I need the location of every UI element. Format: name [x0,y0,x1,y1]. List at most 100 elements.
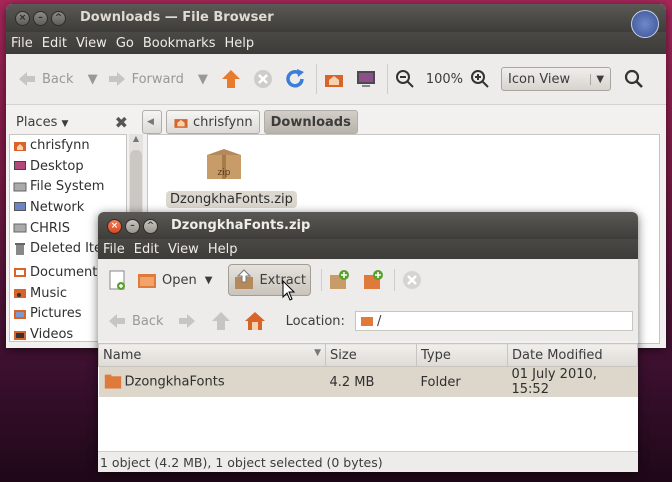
view-mode-value: Icon View [508,71,571,87]
extract-button[interactable]: Extract [228,264,311,296]
drive-icon [13,182,27,192]
file-item[interactable]: zip DzongkhaFonts.zip [166,145,297,208]
sidebar-item-label: CHRIS [30,220,70,236]
location-field[interactable]: / [354,311,633,331]
browser-titlebar[interactable]: × – ^ Downloads — File Browser [6,4,666,32]
toolbar-separator [394,269,395,291]
forward-arrow-icon [108,72,125,86]
back-arrow-icon [19,72,35,86]
close-icon[interactable]: × [15,11,30,26]
add-folder-icon[interactable] [362,269,384,291]
chevron-down-icon: ▼ [61,118,69,129]
maximize-icon[interactable]: ^ [143,219,158,234]
menu-bookmarks[interactable]: Bookmarks [143,36,216,51]
open-button[interactable]: Open [132,265,201,295]
menu-edit[interactable]: Edit [134,242,159,257]
menu-file[interactable]: File [11,36,33,51]
maximize-icon[interactable]: ^ [51,11,66,26]
zoom-in-icon[interactable] [469,68,491,90]
archive-menubar: File Edit View Help [98,239,638,259]
menu-view[interactable]: View [76,36,107,51]
chevron-down-icon: ▼ [590,73,604,85]
sidebar-item-label: File System [30,179,105,195]
column-header-name[interactable]: Name ▼ [98,343,326,367]
zip-archive-icon: zip [207,149,241,179]
sidebar-item-label: Pictures [30,306,82,322]
breadcrumb-downloads[interactable]: Downloads [263,110,358,134]
table-row[interactable]: DzongkhaFonts 4.2 MB Folder 01 July 2010… [98,366,638,397]
status-bar: 1 object (4.2 MB), 1 object selected (0 … [98,451,638,472]
folder-icon [104,374,121,389]
column-header-label: Name [103,347,142,363]
zoom-out-icon[interactable] [394,68,416,90]
sidebar-item-label: Network [30,199,85,215]
minimize-icon[interactable]: – [33,11,48,26]
menu-go[interactable]: Go [116,36,134,51]
file-name: DzongkhaFonts.zip [166,191,297,208]
sidebar-item-label: Music [30,285,67,301]
sidebar-item-desktop[interactable]: Desktop [10,156,126,177]
up-arrow-icon[interactable] [210,310,232,332]
open-folder-icon [138,274,156,288]
breadcrumb-label: Downloads [270,114,351,130]
back-button[interactable]: Back [106,310,164,332]
add-files-icon[interactable] [328,269,350,291]
home-folder-icon[interactable] [323,68,345,90]
back-button[interactable]: Back [16,68,74,90]
desktop-icon [14,161,26,171]
stop-icon[interactable] [252,68,274,90]
network-icon [14,202,26,212]
new-archive-icon[interactable] [106,269,128,291]
close-icon[interactable]: × [107,219,122,234]
sort-chevron-icon: ▼ [314,347,321,358]
breadcrumb: ◀ chrisfynn Downloads [142,110,358,134]
extract-icon [235,269,254,289]
file-list: Name ▼ Size Type Date Modified DzongkhaFo… [98,343,638,397]
view-mode-select[interactable]: Icon View ▼ [501,67,612,91]
computer-icon[interactable] [355,68,377,90]
back-label: Back [42,71,74,87]
sidebar-item-chrisfynn[interactable]: chrisfynn [10,135,126,156]
home-icon[interactable] [244,310,266,332]
toolbar-separator [386,64,388,94]
browser-toolbar: Back ▼ Forward ▼ 100% Icon View ▼ [6,54,666,105]
archive-toolbar: Open ▼ Extract [98,259,638,301]
chevron-down-icon[interactable]: ▼ [205,275,213,286]
column-header-type[interactable]: Type [416,343,508,367]
scroll-up-icon[interactable]: ▲ [129,134,143,143]
archive-titlebar[interactable]: × – ^ DzongkhaFonts.zip [98,212,638,239]
forward-button[interactable]: Forward [106,68,184,90]
places-label: Places [16,114,58,130]
sidebar-item-label: Desktop [30,158,84,174]
column-header-size[interactable]: Size [325,343,417,367]
chevron-down-icon[interactable]: ▼ [198,72,208,87]
column-header-date[interactable]: Date Modified [507,343,638,367]
breadcrumb-chrisfynn[interactable]: chrisfynn [166,110,260,134]
menu-file[interactable]: File [103,242,125,257]
close-sidebar-icon[interactable]: ✖ [115,113,128,132]
menu-help[interactable]: Help [224,36,254,51]
folder-icon [14,268,26,278]
search-icon[interactable] [623,68,645,90]
toolbar-separator [315,64,317,94]
row-name-label: DzongkhaFonts [124,374,225,390]
row-type: Folder [416,366,508,397]
sidebar-item-label: Videos [30,327,74,343]
forward-arrow-icon[interactable] [176,310,198,332]
chevron-down-icon[interactable]: ▼ [88,72,98,87]
browser-menubar: File Edit View Go Bookmarks Help [6,32,666,54]
up-arrow-icon[interactable] [220,68,242,90]
breadcrumb-back-button[interactable]: ◀ [142,110,162,134]
menu-help[interactable]: Help [208,242,238,257]
window-title: Downloads — File Browser [80,10,274,25]
reload-icon[interactable] [284,68,306,90]
toolbar-separator [321,269,322,291]
home-folder-icon [174,119,188,128]
stop-icon[interactable] [401,269,423,291]
menu-view[interactable]: View [168,242,199,257]
menu-edit[interactable]: Edit [42,36,67,51]
location-value: / [376,313,382,329]
places-header[interactable]: Places ▼ ✖ [6,113,134,132]
sidebar-item-file-system[interactable]: File System [10,176,126,197]
minimize-icon[interactable]: – [125,219,140,234]
